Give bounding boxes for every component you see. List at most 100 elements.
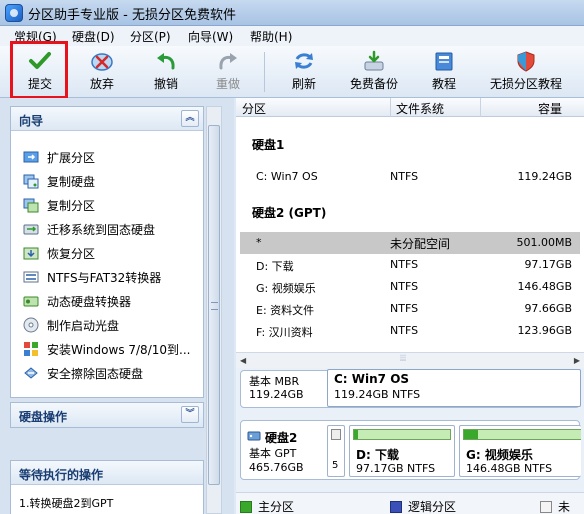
column-partition[interactable]: 分区: [242, 100, 266, 117]
partition-info: 97.17GB NTFS: [356, 462, 436, 475]
copy-partition-icon: [23, 198, 39, 213]
column-filesystem[interactable]: 文件系统: [396, 100, 444, 117]
discard-button[interactable]: 放弃: [80, 50, 124, 94]
wizard-item-ntfs-fat32[interactable]: NTFS与FAT32转换器: [23, 269, 161, 287]
menu-partition[interactable]: 分区(P): [130, 28, 171, 45]
menu-help[interactable]: 帮助(H): [250, 28, 292, 45]
disk2-label: 硬盘2 (GPT): [252, 206, 327, 220]
pending-operation-item[interactable]: 1.转换硬盘2到GPT: [19, 495, 113, 511]
wizard-item-copy-partition[interactable]: 复制分区: [23, 197, 95, 215]
menu-disk[interactable]: 硬盘(D): [72, 28, 115, 45]
scroll-left-icon[interactable]: ◀: [240, 356, 246, 365]
menu-wizard[interactable]: 向导(W): [188, 28, 233, 45]
tutorial-button[interactable]: 教程: [422, 50, 466, 94]
row-filesystem: NTFS: [390, 258, 419, 271]
wizard-item-recover[interactable]: 恢复分区: [23, 245, 95, 263]
column-header: 分区 文件系统 容量: [236, 98, 584, 117]
wizard-item-migrate-os[interactable]: 迁移系统到固态硬盘: [23, 221, 155, 239]
column-divider: [390, 98, 391, 117]
discard-icon: [91, 53, 113, 71]
partition-info: 146.48GB NTFS: [466, 462, 553, 475]
extend-partition-icon: [23, 151, 39, 163]
left-panel: 向导 ︽ 扩展分区 复制硬盘 复制分区 迁移系统到固态硬盘 恢复分区 NTFS与…: [0, 98, 234, 514]
toolbar: 提交 放弃 撤销 重做 刷新 免费备份 教程 无损分区教程: [0, 46, 584, 98]
table-row[interactable]: F: 汉川资料 NTFS 123.96GB: [240, 320, 580, 342]
table-row[interactable]: E: 资料文件 NTFS 97.66GB: [240, 298, 580, 320]
legend-logical: 逻辑分区: [390, 498, 456, 514]
table-row-selected[interactable]: * 未分配空间 501.00MB: [240, 232, 580, 254]
disk-operations-title: 硬盘操作: [19, 410, 68, 424]
wizard-item-install-windows[interactable]: 安装Windows 7/8/10到...: [23, 341, 190, 359]
disk2-partition-g[interactable]: G: 视频娱乐 146.48GB NTFS: [459, 425, 581, 477]
legend-logical-swatch: [390, 501, 402, 513]
wizard-item-copy-disk[interactable]: 复制硬盘: [23, 173, 95, 191]
wizard-item-label: NTFS与FAT32转换器: [47, 271, 162, 285]
free-backup-label: 免费备份: [349, 77, 398, 91]
wizard-item-label: 迁移系统到固态硬盘: [47, 223, 156, 237]
shield-icon: [517, 51, 535, 72]
disk1-type: 基本 MBR: [249, 375, 300, 388]
row-filesystem: NTFS: [390, 302, 419, 315]
wizard-collapse-button[interactable]: ︽: [181, 110, 199, 127]
backup-icon: [364, 50, 384, 71]
disk1-size: 119.24GB: [249, 388, 304, 401]
left-scrollbar-thumb[interactable]: [208, 125, 220, 485]
horizontal-scrollbar[interactable]: ◀ ▶ ⦙⦙⦙: [236, 352, 584, 368]
wizard-item-boot-cd[interactable]: 制作启动光盘: [23, 317, 119, 335]
lossless-tutorial-button[interactable]: 无损分区教程: [486, 50, 566, 94]
disk-map-area: 基本 MBR 119.24GB C: Win7 OS 119.24GB NTFS…: [236, 368, 584, 492]
column-capacity[interactable]: 容量: [538, 100, 562, 117]
left-scrollbar[interactable]: [206, 106, 222, 514]
legend-unallocated-label: 未: [558, 500, 571, 514]
disk2-size: 465.76GB: [249, 461, 304, 474]
refresh-button[interactable]: 刷新: [282, 50, 326, 94]
wizard-header: 向导 ︽: [11, 107, 203, 131]
disk2-unallocated-block[interactable]: 5: [327, 425, 345, 477]
wizard-item-label: 复制分区: [47, 199, 96, 213]
table-row[interactable]: C: Win7 OS NTFS 119.24GB: [240, 166, 580, 188]
wizard-title: 向导: [19, 114, 44, 128]
scroll-right-icon[interactable]: ▶: [574, 356, 580, 365]
disk1-map-card[interactable]: 基本 MBR 119.24GB C: Win7 OS 119.24GB NTFS: [240, 369, 581, 408]
row-partition: C: Win7 OS: [256, 170, 318, 183]
table-row[interactable]: D: 下载 NTFS 97.17GB: [240, 254, 580, 276]
disk2-map-card[interactable]: 硬盘2 基本 GPT 465.76GB 5 D: 下载 97.17GB NTFS…: [240, 420, 581, 480]
disk1-label: 硬盘1: [252, 138, 285, 152]
usage-bar: [463, 429, 581, 440]
row-filesystem: NTFS: [390, 324, 419, 337]
row-partition: *: [256, 236, 262, 249]
row-partition: D: 下载: [256, 260, 294, 273]
usage-bar: [353, 429, 451, 440]
wizard-item-label: 复制硬盘: [47, 175, 96, 189]
row-filesystem: NTFS: [390, 280, 419, 293]
redo-button[interactable]: 重做: [206, 50, 250, 94]
legend-primary: 主分区: [240, 498, 294, 514]
wizard-pane: 向导 ︽ 扩展分区 复制硬盘 复制分区 迁移系统到固态硬盘 恢复分区 NTFS与…: [10, 106, 204, 398]
unallocated-bar: [331, 429, 341, 440]
wizard-item-label: 动态硬盘转换器: [47, 295, 132, 309]
discard-label: 放弃: [89, 77, 114, 91]
highlight-box: [10, 41, 68, 99]
row-capacity: 119.24GB: [517, 170, 572, 183]
wizard-item-erase-ssd[interactable]: 安全擦除固态硬盘: [23, 365, 143, 383]
table-row[interactable]: G: 视频娱乐 NTFS 146.48GB: [240, 276, 580, 298]
wizard-item-dynamic-disk[interactable]: 动态硬盘转换器: [23, 293, 131, 311]
undo-button[interactable]: 撤销: [144, 50, 188, 94]
wizard-item-label: 安全擦除固态硬盘: [47, 367, 144, 381]
disk1-partition-c[interactable]: C: Win7 OS 119.24GB NTFS: [327, 369, 581, 407]
recover-partition-icon: [23, 247, 39, 260]
copy-disk-icon: [23, 174, 39, 189]
disk2-type: 基本 GPT: [249, 447, 297, 460]
disk2-partition-d[interactable]: D: 下载 97.17GB NTFS: [349, 425, 455, 477]
wizard-item-label: 恢复分区: [47, 247, 96, 261]
free-backup-button[interactable]: 免费备份: [344, 50, 404, 94]
disk1-partition-name: C: Win7 OS: [334, 372, 410, 386]
disk-operations-header[interactable]: 硬盘操作 ︾: [11, 403, 203, 427]
wizard-item-extend[interactable]: 扩展分区: [23, 149, 95, 167]
lossless-tutorial-label: 无损分区教程: [489, 77, 562, 91]
toolbar-separator: [264, 52, 265, 92]
pending-operations-pane: 等待执行的操作 1.转换硬盘2到GPT: [10, 460, 204, 514]
disk1-partition-info: 119.24GB NTFS: [334, 388, 421, 401]
refresh-icon: [295, 53, 313, 69]
disk-operations-expand-button[interactable]: ︾: [181, 406, 199, 423]
